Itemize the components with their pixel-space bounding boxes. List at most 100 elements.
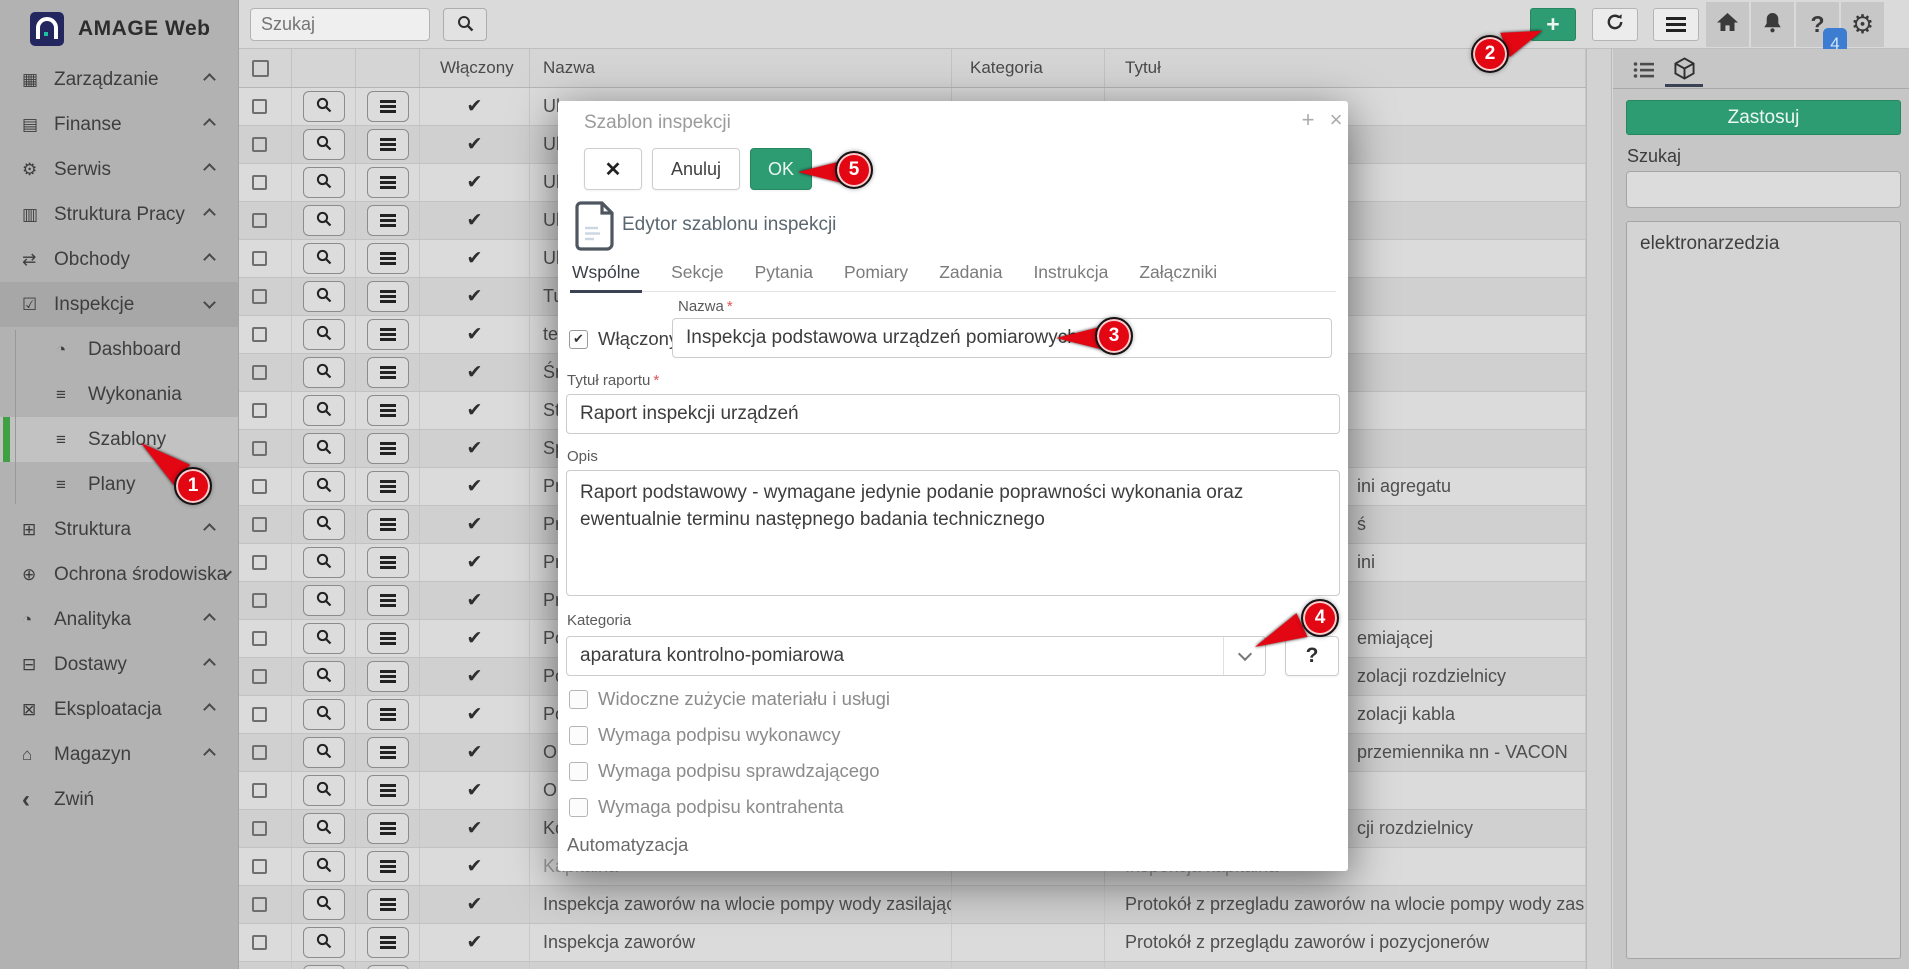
option-checkbox-wymaga-podpisu-kontrahenta[interactable]: Wymaga podpisu kontrahenta: [569, 796, 844, 818]
refresh-button[interactable]: [1592, 8, 1638, 41]
sidebar-item-eksploatacja[interactable]: ⊠Eksploatacja: [0, 687, 238, 732]
column-header-category[interactable]: Kategoria: [952, 49, 1105, 87]
category-list-item[interactable]: elektronarzedzia: [1627, 222, 1900, 266]
row-menu-button[interactable]: [367, 661, 409, 692]
option-checkbox-wymaga-podpisu-sprawdzającego[interactable]: Wymaga podpisu sprawdzającego: [569, 760, 880, 782]
settings-button[interactable]: ⚙: [1841, 2, 1884, 47]
row-checkbox[interactable]: [252, 441, 267, 456]
row-checkbox[interactable]: [252, 403, 267, 418]
sidebar-item-dashboard[interactable]: ◔Dashboard: [0, 327, 238, 372]
row-menu-button[interactable]: [367, 927, 409, 958]
row-preview-button[interactable]: [303, 737, 345, 768]
row-checkbox[interactable]: [252, 707, 267, 722]
sidebar-item-finanse[interactable]: ▤Finanse: [0, 102, 238, 147]
row-menu-button[interactable]: [367, 547, 409, 578]
row-menu-button[interactable]: [367, 509, 409, 540]
row-menu-button[interactable]: [367, 243, 409, 274]
row-checkbox[interactable]: [252, 327, 267, 342]
row-menu-button[interactable]: [367, 889, 409, 920]
dialog-tab-sekcje[interactable]: Sekcje: [669, 258, 726, 291]
row-preview-button[interactable]: [303, 91, 345, 122]
dialog-maximize-icon[interactable]: +: [1296, 107, 1320, 133]
table-row[interactable]: ✔Inspekcja zaworów na wlocie pompy wody …: [239, 886, 1586, 924]
column-header-enabled[interactable]: Włączony: [420, 49, 530, 87]
row-preview-button[interactable]: [303, 433, 345, 464]
dialog-tab-załączniki[interactable]: Załączniki: [1137, 258, 1219, 291]
home-button[interactable]: [1706, 2, 1749, 47]
row-checkbox[interactable]: [252, 897, 267, 912]
row-checkbox[interactable]: [252, 745, 267, 760]
sidebar-item-zwiń[interactable]: ‹Zwiń: [0, 777, 238, 822]
sidebar-item-ochrona-środowiska[interactable]: ⊕Ochrona środowiska: [0, 552, 238, 597]
row-menu-button[interactable]: [367, 91, 409, 122]
row-preview-button[interactable]: [303, 509, 345, 540]
row-checkbox[interactable]: [252, 517, 267, 532]
sidebar-item-dostawy[interactable]: ⊟Dostawy: [0, 642, 238, 687]
dialog-tab-instrukcja[interactable]: Instrukcja: [1031, 258, 1110, 291]
row-menu-button[interactable]: [367, 281, 409, 312]
sidebar-item-inspekcje[interactable]: ☑Inspekcje: [0, 282, 238, 327]
table-row[interactable]: ✔: [239, 962, 1586, 969]
row-preview-button[interactable]: [303, 813, 345, 844]
row-checkbox[interactable]: [252, 137, 267, 152]
row-menu-button[interactable]: [367, 965, 409, 969]
row-checkbox[interactable]: [252, 479, 267, 494]
dialog-tab-zadania[interactable]: Zadania: [937, 258, 1004, 291]
row-menu-button[interactable]: [367, 471, 409, 502]
table-scrollbar[interactable]: [1586, 49, 1612, 969]
enabled-checkbox[interactable]: ✔ Włączony: [569, 328, 678, 350]
row-menu-button[interactable]: [367, 737, 409, 768]
table-row[interactable]: ✔Inspekcja zaworówProtokół z przeglądu z…: [239, 924, 1586, 962]
row-menu-button[interactable]: [367, 129, 409, 160]
app-logo[interactable]: AMAGE Web: [0, 0, 238, 57]
row-preview-button[interactable]: [303, 585, 345, 616]
option-checkbox-widoczne-zużycie-materiału-i-usługi[interactable]: Widoczne zużycie materiału i usługi: [569, 688, 890, 710]
row-preview-button[interactable]: [303, 395, 345, 426]
row-checkbox[interactable]: [252, 631, 267, 646]
sidebar-item-struktura-pracy[interactable]: ▥Struktura Pracy: [0, 192, 238, 237]
column-header-name[interactable]: Nazwa: [530, 49, 952, 87]
row-menu-button[interactable]: [367, 699, 409, 730]
row-menu-button[interactable]: [367, 433, 409, 464]
template-name-input[interactable]: [672, 318, 1332, 358]
sidebar-item-zarządzanie[interactable]: ▦Zarządzanie: [0, 57, 238, 102]
row-preview-button[interactable]: [303, 129, 345, 160]
row-menu-button[interactable]: [367, 357, 409, 388]
row-preview-button[interactable]: [303, 623, 345, 654]
row-checkbox[interactable]: [252, 669, 267, 684]
row-preview-button[interactable]: [303, 965, 345, 969]
row-preview-button[interactable]: [303, 775, 345, 806]
menu-button[interactable]: [1653, 8, 1699, 41]
row-checkbox[interactable]: [252, 251, 267, 266]
row-checkbox[interactable]: [252, 99, 267, 114]
row-menu-button[interactable]: [367, 205, 409, 236]
row-preview-button[interactable]: [303, 167, 345, 198]
report-title-input[interactable]: [566, 394, 1340, 434]
row-checkbox[interactable]: [252, 935, 267, 950]
row-checkbox[interactable]: [252, 213, 267, 228]
tab-category-filter[interactable]: [1665, 57, 1703, 87]
sidebar-item-magazyn[interactable]: ⌂Magazyn: [0, 732, 238, 777]
dialog-tab-pytania[interactable]: Pytania: [753, 258, 815, 291]
row-menu-button[interactable]: [367, 167, 409, 198]
row-preview-button[interactable]: [303, 471, 345, 502]
description-textarea[interactable]: Raport podstawowy - wymagane jedynie pod…: [566, 470, 1340, 596]
row-checkbox[interactable]: [252, 175, 267, 190]
tab-list-filter[interactable]: [1625, 57, 1663, 87]
global-search-input[interactable]: [250, 8, 430, 41]
row-preview-button[interactable]: [303, 699, 345, 730]
cancel-button[interactable]: Anuluj: [652, 148, 740, 190]
sidebar-item-obchody[interactable]: ⇄Obchody: [0, 237, 238, 282]
sidebar-item-analityka[interactable]: ◔Analityka: [0, 597, 238, 642]
apply-filter-button[interactable]: Zastosuj: [1626, 100, 1901, 135]
row-menu-button[interactable]: [367, 775, 409, 806]
category-select[interactable]: aparatura kontrolno-pomiarowa: [566, 636, 1266, 676]
row-menu-button[interactable]: [367, 319, 409, 350]
option-checkbox-wymaga-podpisu-wykonawcy[interactable]: Wymaga podpisu wykonawcy: [569, 724, 841, 746]
row-checkbox[interactable]: [252, 821, 267, 836]
row-menu-button[interactable]: [367, 585, 409, 616]
dialog-tab-pomiary[interactable]: Pomiary: [842, 258, 910, 291]
row-preview-button[interactable]: [303, 927, 345, 958]
dialog-close-button[interactable]: ✕: [584, 148, 642, 190]
row-preview-button[interactable]: [303, 281, 345, 312]
